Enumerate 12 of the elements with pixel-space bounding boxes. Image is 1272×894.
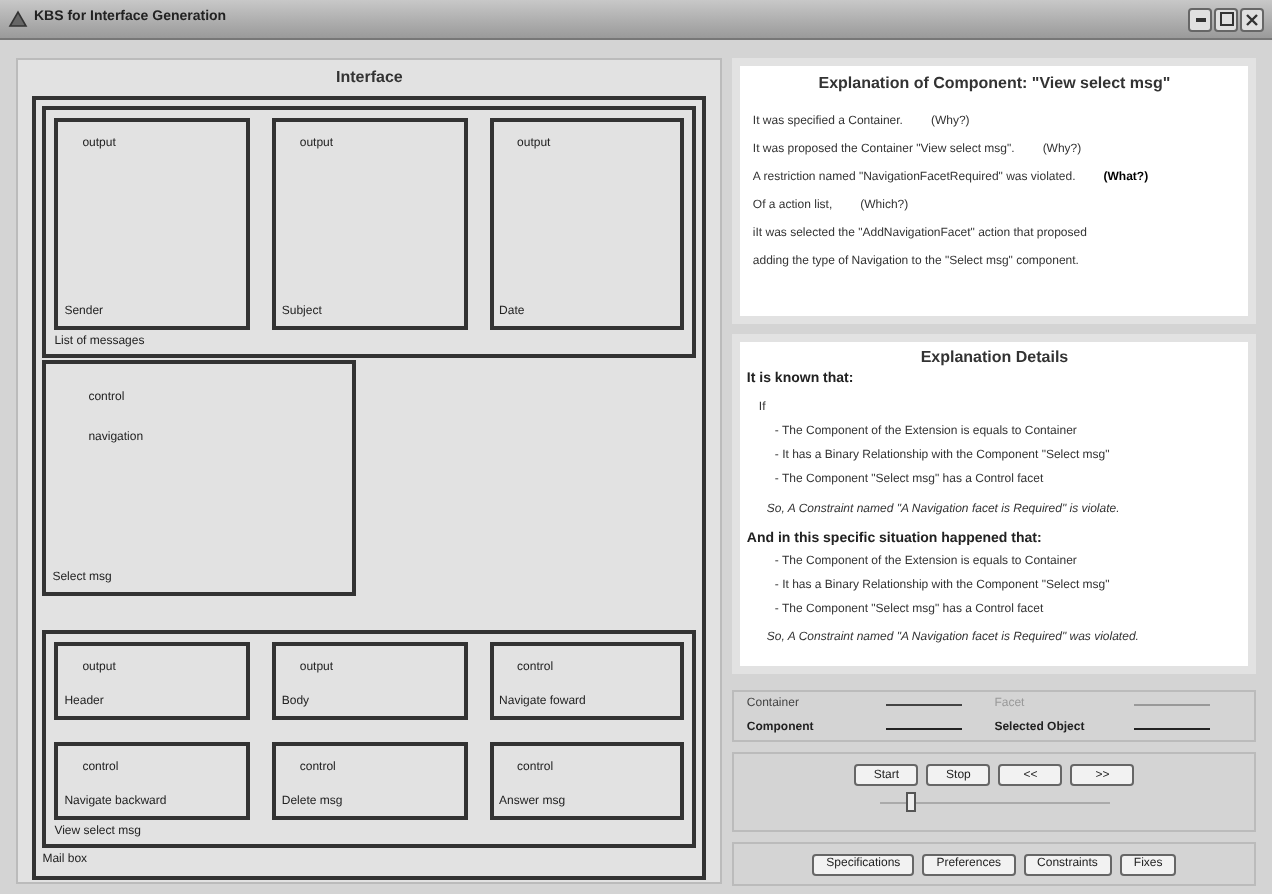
close-button[interactable]	[1240, 7, 1264, 31]
app-icon	[8, 10, 28, 28]
slider-thumb[interactable]	[905, 792, 916, 812]
minimize-button[interactable]	[1188, 7, 1212, 31]
panel-title: Interface	[336, 66, 403, 90]
slider[interactable]	[879, 792, 1110, 812]
panel-title: Explanation of Component: "View select msg"	[816, 72, 1173, 96]
panel-title: Explanation Details	[918, 346, 1071, 370]
maximize-button[interactable]	[1214, 7, 1238, 31]
close-icon	[1246, 13, 1258, 25]
minimize-icon	[1195, 17, 1205, 21]
maximize-icon	[1219, 12, 1233, 26]
